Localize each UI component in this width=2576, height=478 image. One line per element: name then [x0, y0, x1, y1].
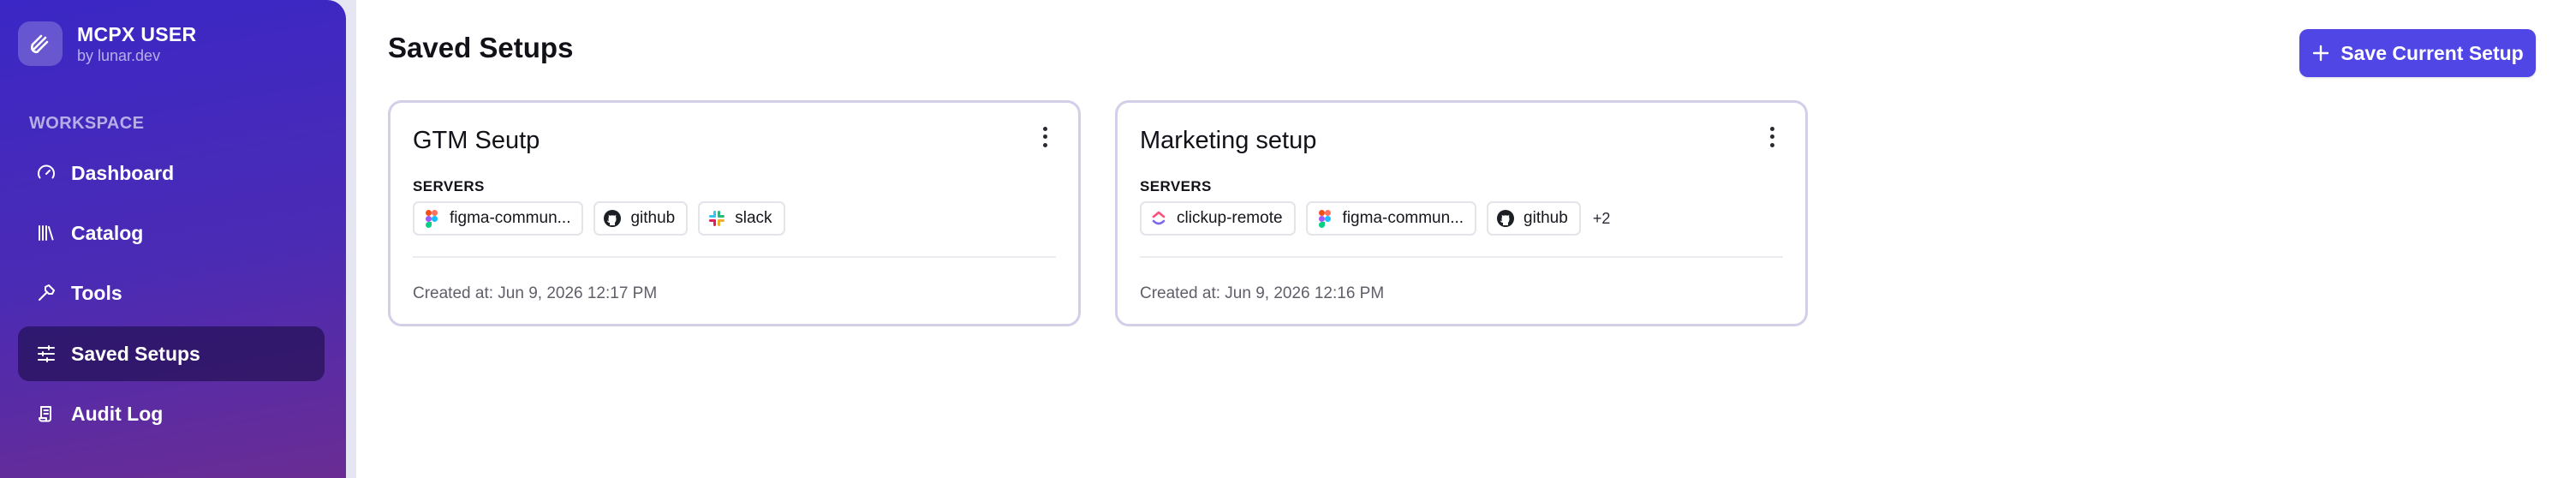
server-chip-label: github — [1524, 209, 1568, 227]
sidebar-item-dashboard[interactable]: Dashboard — [18, 146, 325, 200]
sidebar-item-label: Tools — [71, 281, 122, 304]
more-options-icon[interactable] — [1764, 125, 1780, 149]
github-icon — [603, 209, 622, 228]
more-servers-count[interactable]: +2 — [1593, 210, 1611, 228]
server-chip-github[interactable]: github — [593, 201, 689, 236]
sidebar-item-label: Catalog — [71, 221, 144, 244]
sidebar-item-audit-log[interactable]: Audit Log — [18, 386, 325, 441]
server-chip-clickup[interactable]: clickup-remote — [1140, 201, 1296, 236]
created-at: Created at: Jun 9, 2026 12:17 PM — [413, 284, 658, 302]
card-divider — [1140, 256, 1783, 258]
sidebar-item-label: Dashboard — [71, 161, 175, 184]
sidebar-item-label: Audit Log — [71, 402, 164, 425]
setup-card[interactable]: GTM Seutp SERVERS figma-commun... github… — [388, 100, 1081, 326]
github-icon — [1496, 209, 1515, 228]
setup-card[interactable]: Marketing setup SERVERS clickup-remote f… — [1115, 100, 1808, 326]
page-title: Saved Setups — [388, 32, 574, 63]
sidebar-item-catalog[interactable]: Catalog — [18, 206, 325, 260]
sidebar: MCPX USER by lunar.dev WORKSPACE Dashboa… — [0, 0, 346, 478]
figma-icon — [1315, 209, 1334, 228]
server-chip-figma[interactable]: figma-commun... — [1305, 201, 1477, 236]
servers-label: SERVERS — [413, 178, 485, 194]
plus-icon — [2313, 45, 2329, 62]
server-chip-label: figma-commun... — [1342, 209, 1464, 227]
setup-card-title: Marketing setup — [1140, 127, 1317, 154]
figma-icon — [422, 209, 441, 228]
server-chip-label: github — [630, 209, 676, 227]
more-options-icon[interactable] — [1037, 125, 1052, 149]
server-chip-figma[interactable]: figma-commun... — [413, 201, 584, 236]
hammer-icon — [35, 282, 57, 304]
sidebar-item-tools[interactable]: Tools — [18, 266, 325, 320]
server-chip-slack[interactable]: slack — [698, 201, 785, 236]
server-chip-label: figma-commun... — [450, 209, 571, 227]
server-chips: figma-commun... github slack — [413, 201, 797, 236]
main-panel: Saved Setups Save Current Setup GTM Seut… — [356, 0, 2576, 478]
created-at: Created at: Jun 9, 2026 12:16 PM — [1140, 284, 1385, 302]
servers-label: SERVERS — [1140, 178, 1212, 194]
gauge-icon — [35, 162, 57, 184]
slack-icon — [707, 209, 726, 228]
clickup-icon — [1149, 209, 1168, 228]
brand-subtitle: by lunar.dev — [77, 46, 161, 64]
workspace-section-label: WORKSPACE — [29, 114, 145, 133]
sidebar-item-saved-setups[interactable]: Saved Setups — [18, 326, 325, 381]
server-chip-github[interactable]: github — [1487, 201, 1581, 236]
setup-card-title: GTM Seutp — [413, 127, 540, 154]
server-chips: clickup-remote figma-commun... github +2 — [1140, 201, 1610, 236]
brand-title: MCPX USER — [77, 22, 197, 45]
sidebar-item-label: Saved Setups — [71, 342, 200, 365]
sliders-icon — [35, 343, 57, 365]
mcpx-logo-icon — [18, 21, 63, 66]
server-chip-label: clickup-remote — [1177, 209, 1283, 227]
card-divider — [413, 256, 1056, 258]
save-current-setup-button[interactable]: Save Current Setup — [2299, 29, 2536, 77]
save-button-label: Save Current Setup — [2340, 41, 2524, 64]
brand[interactable]: MCPX USER by lunar.dev — [18, 21, 196, 66]
library-icon — [35, 222, 57, 244]
server-chip-label: slack — [735, 209, 772, 227]
scroll-icon — [35, 403, 57, 425]
